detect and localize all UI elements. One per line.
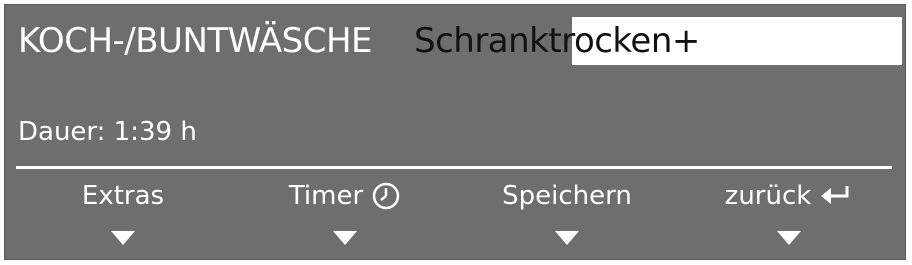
- softkey-save[interactable]: Speichern: [457, 177, 677, 255]
- dry-level-label: Schranktrocken+: [414, 21, 700, 61]
- dry-level-option[interactable]: Schranktrocken+: [414, 17, 902, 65]
- softkey-save-label: Speichern: [502, 181, 632, 211]
- softkey-back[interactable]: zurück: [679, 177, 899, 255]
- softkey-back-label: zurück: [724, 181, 812, 211]
- program-title-row: KOCH-/BUNTWÄSCHE: [18, 17, 373, 65]
- softkey-extras[interactable]: Extras: [13, 177, 233, 255]
- softkey-timer[interactable]: Timer: [235, 177, 455, 255]
- down-arrow-icon: [333, 231, 357, 245]
- clock-icon: [371, 181, 401, 211]
- softkey-timer-label: Timer: [288, 181, 364, 211]
- softkey-extras-label: Extras: [81, 181, 165, 211]
- down-arrow-icon: [555, 231, 579, 245]
- return-arrow-icon: [819, 183, 853, 209]
- divider: [16, 166, 892, 169]
- down-arrow-icon: [111, 231, 135, 245]
- display-panel: KOCH-/BUNTWÄSCHE Schranktrocken+ Dauer: …: [4, 4, 906, 260]
- program-name: KOCH-/BUNTWÄSCHE: [18, 21, 373, 61]
- down-arrow-icon: [777, 231, 801, 245]
- duration-readout: Dauer: 1:39 h: [18, 117, 197, 147]
